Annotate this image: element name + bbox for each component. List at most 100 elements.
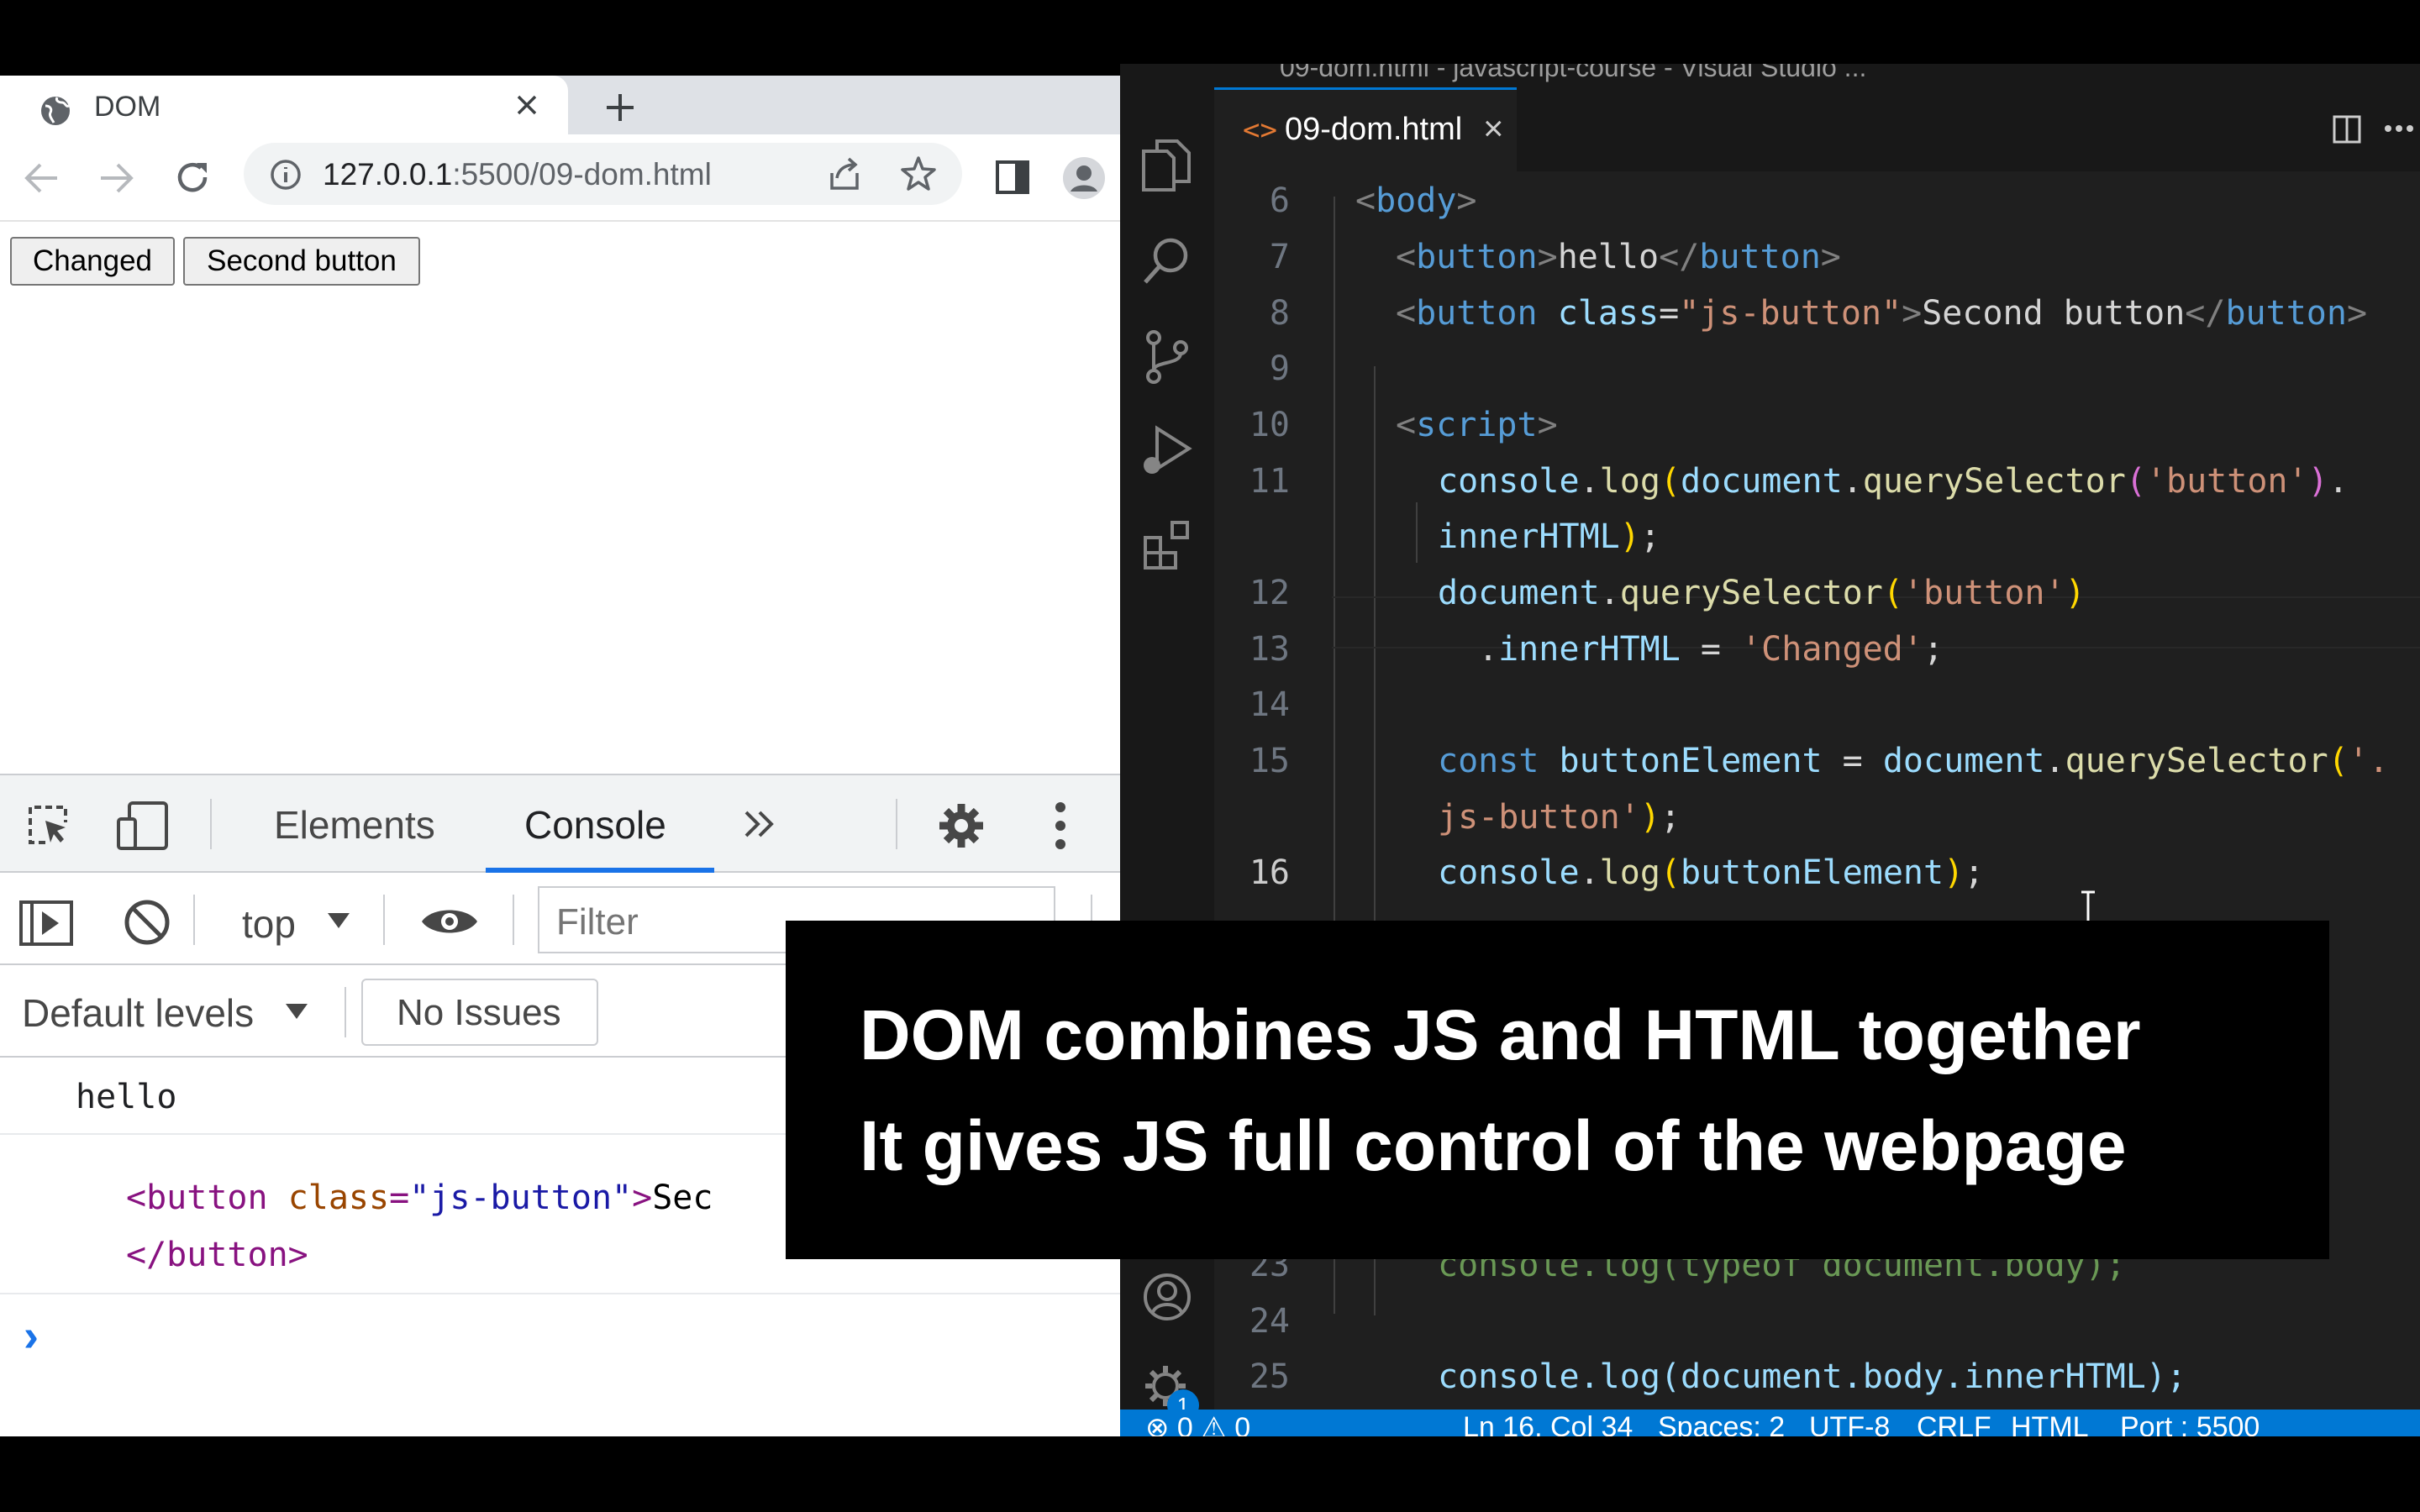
code-line-7: <button>hello</button> [1396,238,1841,276]
issues-button[interactable]: No Issues [361,979,598,1046]
more-tabs-icon[interactable] [743,809,776,839]
site-info-icon[interactable] [269,158,302,192]
code-line-13: .innerHTML = 'Changed'; [1478,630,1944,669]
caption-line-1: DOM combines JS and HTML together [860,995,2141,1074]
token: button [2225,294,2347,333]
code-line-11: console.log(document.querySelector('butt… [1438,462,2349,501]
forward-arrow-icon[interactable] [97,160,136,197]
back-arrow-icon[interactable] [22,160,60,197]
log-element-open: <button class="js-button">Sec [126,1179,713,1217]
cursor-position[interactable]: Ln 16, Col 34 [1463,1411,1633,1436]
run-debug-icon[interactable] [1140,423,1194,479]
live-server-port[interactable]: Port : 5500 [2120,1411,2260,1436]
tab-elements[interactable]: Elements [274,802,435,848]
language-mode[interactable]: HTML [2011,1411,2089,1436]
address-path: :5500/09-dom.html [452,157,712,192]
tab-console[interactable]: Console [524,802,666,848]
token: script [1416,406,1538,444]
second-button[interactable]: Second button [183,237,420,286]
new-tab-icon[interactable] [603,91,637,124]
line-number: 11 [1249,462,1290,501]
token: hello [1557,238,1660,276]
profile-avatar-icon[interactable] [1062,156,1106,200]
page-content: Changed Second button [0,223,1120,774]
vscode-title-bar: 09-dom.html - javascript-course - Visual… [1120,64,2420,87]
browser-toolbar: 127.0.0.1:5500/09-dom.html [0,134,1120,222]
line-ending[interactable]: CRLF [1917,1411,1991,1436]
caption-line-2: It gives JS full control of the webpage [860,1105,2127,1185]
line-number: 7 [1269,238,1290,276]
token: class [1557,294,1660,333]
context-dropdown-icon[interactable] [326,911,351,930]
problems-indicator[interactable]: ⊗ 0 ⚠ 0 [1145,1411,1250,1436]
file-tab[interactable]: <> 09-dom.html × [1214,87,1517,171]
device-toolbar-icon[interactable] [116,801,170,851]
share-icon[interactable] [825,156,864,193]
bookmark-star-icon[interactable] [899,155,938,193]
token: button [1699,238,1821,276]
browser-tab[interactable]: DOM [0,76,568,134]
code-line-15: const buttonElement = document.querySele… [1438,742,2389,780]
search-icon[interactable] [1142,235,1192,286]
address-host: 127.0.0.1 [323,157,453,192]
sidebar-toggle-icon[interactable] [18,900,74,947]
line-number: 6 [1269,181,1290,220]
settings-gear-icon[interactable] [936,801,986,851]
token: console [1438,853,1580,892]
address-text: 127.0.0.1:5500/09-dom.html [323,157,712,192]
file-tab-close-icon[interactable]: × [1483,108,1504,149]
code-line-8: <button class="js-button">Second button<… [1396,294,2368,333]
source-control-icon[interactable] [1142,329,1192,385]
inspect-element-icon[interactable] [25,802,72,849]
encoding[interactable]: UTF-8 [1809,1411,1890,1436]
editor-more-icon[interactable] [2384,124,2414,133]
log-element-close: </button> [126,1236,308,1274]
line-number: 14 [1249,685,1290,724]
token: body [1376,181,1457,220]
context-selector[interactable]: top [242,901,296,947]
levels-dropdown-icon[interactable] [284,1002,309,1021]
line-number: 8 [1269,294,1290,333]
token: innerHTML [1438,517,1620,556]
tab-close-icon[interactable] [514,92,539,118]
address-bar[interactable]: 127.0.0.1:5500/09-dom.html [244,143,962,205]
reload-icon[interactable] [173,158,212,197]
token: log [1599,462,1660,501]
status-bar: ⊗ 0 ⚠ 0 Ln 16, Col 34 Spaces: 2 UTF-8 CR… [1120,1410,2420,1436]
split-editor-icon[interactable] [2332,114,2362,144]
token: log [1599,853,1660,892]
changed-button[interactable]: Changed [10,237,175,286]
explorer-icon[interactable] [1140,138,1192,193]
editor-tab-bar: <> 09-dom.html × [1214,87,2420,171]
token: document [1882,742,2045,780]
token: js-button' [1438,798,1640,837]
token: console [1438,462,1580,501]
log-levels-dropdown[interactable]: Default levels [22,990,254,1036]
token: querySelector [2065,742,2328,780]
more-options-icon[interactable] [1054,801,1067,851]
code-line-16: console.log(buttonElement); [1438,853,1985,892]
globe-icon [39,94,72,128]
log-text-hello: hello [76,1078,177,1116]
token: button [1416,238,1538,276]
code-line-6: <body> [1355,181,1477,220]
code-line-10: <script> [1396,406,1558,444]
token: const [1438,742,1539,780]
live-expression-eye-icon[interactable] [420,905,479,938]
console-prompt-icon[interactable]: › [24,1310,39,1362]
clear-console-icon[interactable] [123,898,171,947]
token: 'button' [2145,462,2308,501]
accounts-icon[interactable] [1142,1272,1192,1322]
indentation[interactable]: Spaces: 2 [1658,1411,1785,1436]
text-cursor-icon [2080,890,2096,924]
token: "js-button" [1679,294,1902,333]
file-tab-label: 09-dom.html [1285,112,1463,147]
side-panel-icon[interactable] [995,160,1030,195]
line-number: 25 [1249,1357,1290,1396]
line-number: 13 [1249,630,1290,669]
token: querySelector [1619,574,1883,612]
line-number: 12 [1249,574,1290,612]
token: Second button [1922,294,2186,333]
token: buttonElement [1681,853,1944,892]
extensions-icon[interactable] [1142,519,1194,571]
